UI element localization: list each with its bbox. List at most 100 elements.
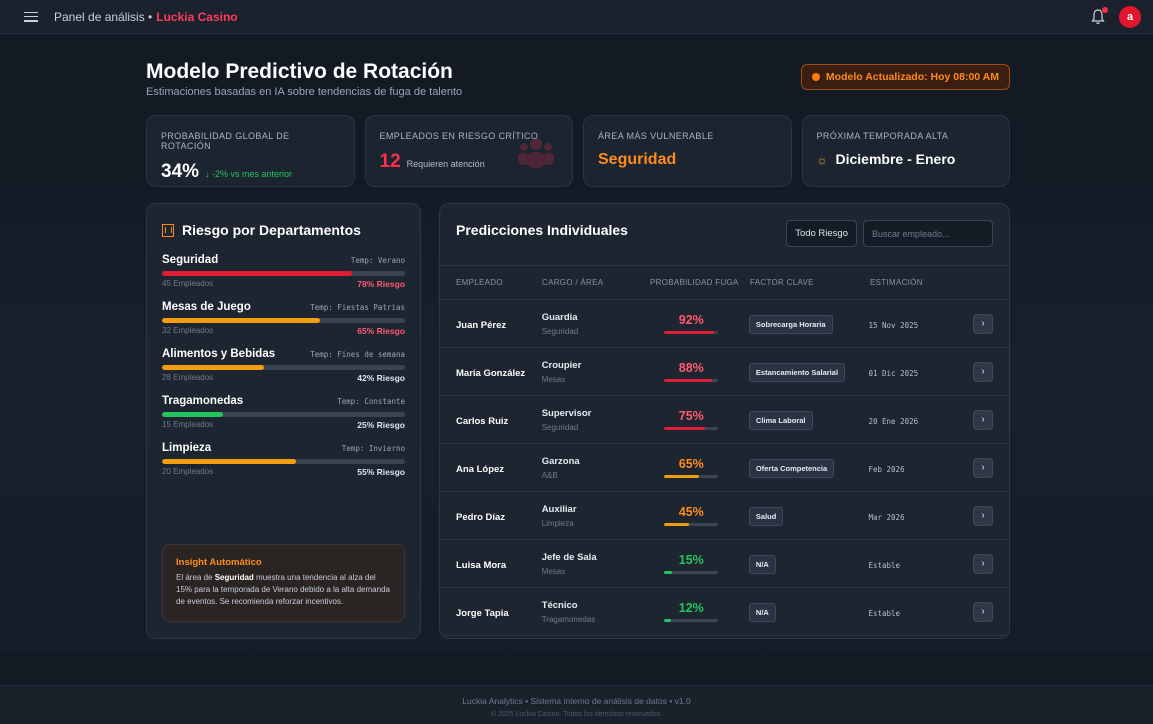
probability-bar <box>664 378 719 383</box>
department-name: Seguridad <box>162 254 219 266</box>
row-detail-button[interactable]: › <box>973 313 993 334</box>
kpi-trend: ↓ -2% vs mes anterior <box>205 169 293 179</box>
kpi-global-rotation: Probabilidad Global de Rotación 34% ↓ -2… <box>146 115 355 187</box>
page-title: Modelo Predictivo de Rotación <box>146 60 453 83</box>
row-detail-button[interactable]: › <box>973 601 993 622</box>
leave-probability: 88% <box>678 360 704 375</box>
kpi-sub: Requieren atención <box>406 159 485 169</box>
department-count: 15 Empleados <box>162 420 214 429</box>
probability-bar-fill <box>664 474 700 479</box>
department-list: Seguridad Temp: Verano 45 Empleados 78% Rie… <box>162 254 405 477</box>
row-detail-button[interactable]: › <box>973 361 993 382</box>
department-name: Limpieza <box>162 442 212 454</box>
insight-highlight: Seguridad <box>214 573 254 582</box>
table-row[interactable]: Carlos Ruiz Supervisor Seguridad 75% Clima L… <box>440 396 1009 444</box>
probability-bar <box>664 426 719 431</box>
user-avatar[interactable]: a <box>1119 5 1141 28</box>
table-row[interactable]: Pedro Díaz Auxiliar Limpieza 45% Salud Mar 20… <box>440 492 1009 540</box>
department-count: 32 Empleados <box>162 326 214 335</box>
chevron-right-icon: › <box>981 318 985 329</box>
panel-title: Riesgo por Departamentos <box>162 222 405 238</box>
department-item: Seguridad Temp: Verano 45 Empleados 78% Rie… <box>162 254 405 289</box>
department-name: Mesas de Juego <box>162 301 251 313</box>
brand-name: Luckia Casino <box>156 9 238 24</box>
employee-name: Pedro Díaz <box>456 511 506 523</box>
risk-bar <box>162 412 405 417</box>
row-detail-button[interactable]: › <box>973 553 993 574</box>
probability-bar <box>664 618 719 623</box>
probability-bar-fill <box>664 570 673 575</box>
probability-bar-fill <box>664 618 671 623</box>
table-row[interactable]: María González Croupier Mesas 88% Estancamie… <box>440 348 1009 396</box>
insight-box: Insight Automático El área de Seguridad … <box>162 544 405 622</box>
employee-name: Ana López <box>456 463 505 475</box>
risk-bar-fill <box>162 412 223 417</box>
model-status-badge: Modelo Actualizado: Hoy 08:00 AM <box>800 64 1010 90</box>
employee-area: Tragamonedas <box>541 614 596 624</box>
column-header: Estimación <box>870 278 923 287</box>
department-item: Alimentos y Bebidas Temp: Fines de semana… <box>162 348 405 383</box>
employee-area: Mesas <box>541 374 566 384</box>
users-icon <box>518 138 554 168</box>
footer: Luckia Analytics • Sistema interno de an… <box>0 685 1153 724</box>
table-row[interactable]: Juan Pérez Guardia Seguridad 92% Sobrecarga … <box>440 300 1009 348</box>
notification-bell-icon[interactable] <box>1091 6 1108 25</box>
risk-bar-fill <box>162 271 352 276</box>
department-risk: 42% Riesgo <box>357 373 405 383</box>
row-detail-button[interactable]: › <box>973 457 993 478</box>
employee-name: María González <box>456 367 526 379</box>
department-item: Limpieza Temp: Invierno 20 Empleados 55% Ri… <box>162 442 405 477</box>
row-detail-button[interactable]: › <box>973 505 993 526</box>
department-name: Alimentos y Bebidas <box>162 348 276 360</box>
menu-icon[interactable] <box>24 11 38 22</box>
row-detail-button[interactable]: › <box>973 409 993 430</box>
risk-bar <box>162 318 405 323</box>
app-title: Panel de análisis • <box>54 9 153 24</box>
kpi-label: Probabilidad Global de Rotación <box>161 131 290 151</box>
insight-text: El área de Seguridad muestra una tendenc… <box>176 573 390 606</box>
top-bar: Panel de análisis • Luckia Casino a <box>0 0 1153 34</box>
employee-search-input[interactable] <box>863 220 993 247</box>
employee-role: Guardia <box>541 311 578 323</box>
department-risk: 25% Riesgo <box>357 420 405 430</box>
probability-bar-fill <box>664 426 705 431</box>
department-risk-panel: Riesgo por Departamentos Seguridad Temp: … <box>146 203 421 639</box>
leave-probability: 15% <box>678 552 704 567</box>
sun-icon: ☼ <box>816 153 828 167</box>
table-row[interactable]: Ana López Garzona A&B 65% Oferta Competencia… <box>440 444 1009 492</box>
kpi-value: 12 <box>379 151 401 172</box>
table-row[interactable]: Luisa Mora Jefe de Sala Mesas 15% N/A Estable… <box>440 540 1009 588</box>
department-count: 20 Empleados <box>162 467 214 476</box>
department-season: Temp: Invierno <box>341 444 405 453</box>
table-row[interactable]: Jorge Tapia Técnico Tragamonedas 12% N/A Esta… <box>440 588 1009 636</box>
probability-bar-fill <box>664 330 714 335</box>
department-season: Temp: Constante <box>337 397 405 406</box>
estimation-date: Feb 2026 <box>868 464 905 474</box>
leave-probability: 92% <box>678 312 704 327</box>
risk-filter-button[interactable]: Todo Riesgo <box>786 220 857 247</box>
employee-area: Limpieza <box>541 518 574 528</box>
employee-area: Seguridad <box>541 422 579 432</box>
probability-bar <box>664 522 719 527</box>
department-risk: 78% Riesgo <box>357 279 405 289</box>
chevron-right-icon: › <box>981 606 985 617</box>
chevron-right-icon: › <box>981 558 985 569</box>
insight-title: Insight Automático <box>176 557 262 568</box>
department-risk: 65% Riesgo <box>357 326 405 336</box>
department-item: Mesas de Juego Temp: Fiestas Patrias 32 Em… <box>162 301 405 336</box>
building-icon <box>162 223 174 237</box>
chevron-right-icon: › <box>981 462 985 473</box>
status-dot-icon <box>811 73 820 81</box>
panel-title-text: Riesgo por Departamentos <box>182 222 361 238</box>
column-header: Probabilidad Fuga <box>650 278 739 287</box>
key-factor-tag: Salud <box>748 506 784 526</box>
employee-role: Técnico <box>541 599 578 611</box>
key-factor-tag: N/A <box>748 554 776 574</box>
probability-bar <box>664 570 719 575</box>
risk-bar-fill <box>162 459 296 464</box>
estimation-date: Mar 2026 <box>868 512 905 522</box>
leave-probability: 65% <box>678 456 704 471</box>
leave-probability: 45% <box>678 504 704 519</box>
leave-probability: 12% <box>678 600 704 615</box>
key-factor-tag: Clima Laboral <box>748 410 813 430</box>
